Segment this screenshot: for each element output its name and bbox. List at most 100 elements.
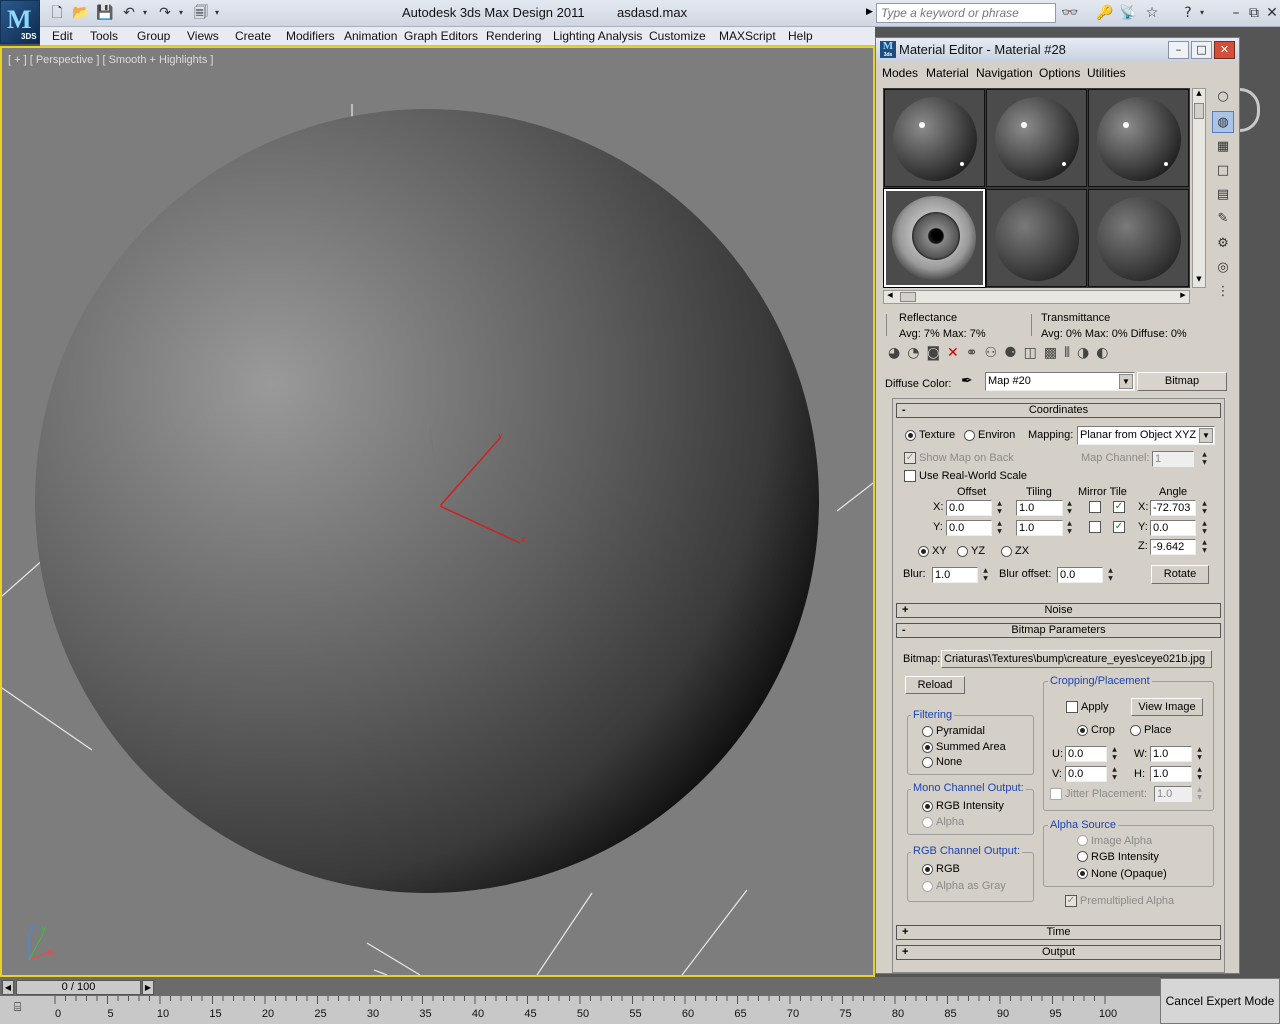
blur-offset-spinner[interactable]: ▲ ▼: [1106, 567, 1115, 583]
favorites-star-icon[interactable]: ☆: [1142, 4, 1162, 22]
rgb-intensity-radio[interactable]: [922, 801, 933, 812]
communication-icon[interactable]: 📡: [1118, 4, 1138, 22]
go-forward-sibling-icon[interactable]: ◑: [1077, 345, 1096, 361]
scroll-right-icon[interactable]: ▶: [1177, 291, 1189, 303]
sample-slot-2[interactable]: [986, 89, 1087, 187]
me-menu-material[interactable]: Material: [926, 66, 969, 80]
app-logo-icon[interactable]: M 3DS: [0, 0, 40, 44]
zx-radio[interactable]: [1001, 546, 1012, 557]
menu-help[interactable]: Help: [788, 29, 813, 43]
viewcube-ring-icon[interactable]: [1240, 88, 1260, 132]
menu-tools[interactable]: Tools: [90, 29, 118, 43]
show-end-result-icon[interactable]: ▩: [1044, 345, 1064, 361]
viewport-label[interactable]: [ + ] [ Perspective ] [ Smooth + Highlig…: [8, 54, 213, 66]
background-checker-icon[interactable]: ▦: [1212, 136, 1234, 158]
me-menu-options[interactable]: Options: [1039, 66, 1080, 80]
me-menu-navigation[interactable]: Navigation: [976, 66, 1033, 80]
hscroll-thumb[interactable]: [900, 292, 916, 302]
scroll-up-icon[interactable]: ▲: [1193, 89, 1205, 101]
material-editor-titlebar[interactable]: M 3ds Material Editor - Material #28 – □ …: [876, 38, 1239, 62]
tiling-y-spinner[interactable]: ▲ ▼: [1065, 520, 1074, 536]
me-minimize-icon[interactable]: –: [1168, 41, 1189, 59]
me-menu-utilities[interactable]: Utilities: [1087, 66, 1126, 80]
save-icon[interactable]: 💾: [96, 5, 114, 21]
environ-radio[interactable]: [964, 430, 975, 441]
menu-rendering[interactable]: Rendering: [486, 29, 541, 43]
crop-w-field[interactable]: 1.0: [1150, 746, 1192, 762]
scroll-thumb[interactable]: [1194, 103, 1204, 119]
crop-u-field[interactable]: 0.0: [1065, 746, 1107, 762]
expand-arrow-icon[interactable]: ▶: [866, 7, 873, 17]
menu-lighting-analysis[interactable]: Lighting Analysis: [553, 29, 642, 43]
perspective-viewport[interactable]: y x [ + ] [ Perspective ] [ Smooth + Hig…: [0, 46, 875, 977]
crop-v-spinner[interactable]: ▲ ▼: [1110, 766, 1119, 782]
angle-w-field[interactable]: -9.642: [1150, 539, 1196, 555]
sample-slot-1[interactable]: [884, 89, 985, 187]
texture-radio[interactable]: [905, 430, 916, 441]
search-input[interactable]: Type a keyword or phrase: [876, 3, 1056, 23]
crop-h-field[interactable]: 1.0: [1150, 766, 1192, 782]
blur-spinner[interactable]: ▲ ▼: [981, 567, 990, 583]
time-slider[interactable]: 0 / 100: [16, 980, 141, 995]
map-type-button[interactable]: Bitmap: [1137, 372, 1227, 391]
offset-x-field[interactable]: 0.0: [946, 500, 992, 516]
crop-h-spinner[interactable]: ▲ ▼: [1195, 766, 1204, 782]
summed-area-radio[interactable]: [922, 742, 933, 753]
me-maximize-icon[interactable]: □: [1191, 41, 1212, 59]
output-rollout-header[interactable]: + Output: [896, 945, 1221, 960]
offset-x-spinner[interactable]: ▲ ▼: [995, 500, 1004, 516]
menu-views[interactable]: Views: [187, 29, 219, 43]
time-prev-icon[interactable]: ◀: [2, 980, 14, 995]
menu-create[interactable]: Create: [235, 29, 271, 43]
video-color-check-icon[interactable]: ▤: [1212, 184, 1234, 206]
angle-v-field[interactable]: 0.0: [1150, 520, 1196, 536]
put-to-library-icon[interactable]: ⚇: [985, 345, 1005, 361]
angle-v-spinner[interactable]: ▲ ▼: [1200, 520, 1209, 536]
tiling-x-field[interactable]: 1.0: [1016, 500, 1063, 516]
rgb-radio[interactable]: [922, 864, 933, 875]
sample-slot-5[interactable]: [986, 189, 1087, 287]
material-editor-window[interactable]: M 3ds Material Editor - Material #28 – □ …: [875, 37, 1240, 974]
offset-y-field[interactable]: 0.0: [946, 520, 992, 536]
get-material-icon[interactable]: ◕: [888, 345, 907, 361]
time-slider-track[interactable]: [0, 977, 1160, 996]
mirror-u-checkbox[interactable]: [1089, 501, 1101, 513]
help-icon[interactable]: ?: [1178, 4, 1198, 22]
sample-uv-tiling-icon[interactable]: □: [1212, 160, 1234, 182]
material-map-navigator-icon[interactable]: ⋮: [1212, 281, 1234, 303]
coordinates-rollout-header[interactable]: - Coordinates: [896, 403, 1221, 418]
offset-y-spinner[interactable]: ▲ ▼: [995, 520, 1004, 536]
pyramidal-radio[interactable]: [922, 726, 933, 737]
reset-map-icon[interactable]: ✕: [947, 345, 966, 361]
project-folder-icon[interactable]: 🗐: [192, 5, 210, 21]
project-dropdown-icon[interactable]: ▾: [212, 5, 222, 21]
alpha-rgb-intensity-radio[interactable]: [1077, 851, 1088, 862]
options-icon[interactable]: ⚙: [1212, 233, 1234, 255]
put-to-scene-icon[interactable]: ◔: [907, 345, 926, 361]
me-menu-modes[interactable]: Modes: [882, 66, 918, 80]
timeline-ruler[interactable]: ⌸ 0 5 10 15 20 25 30 35 40 45 50 55 60 65 70 75 80 85 90 95…: [0, 996, 1160, 1024]
blur-offset-field[interactable]: 0.0: [1057, 567, 1103, 583]
crop-u-spinner[interactable]: ▲ ▼: [1110, 746, 1119, 762]
angle-u-spinner[interactable]: ▲ ▼: [1200, 500, 1209, 516]
menu-maxscript[interactable]: MAXScript: [719, 29, 776, 43]
angle-w-spinner[interactable]: ▲ ▼: [1200, 539, 1209, 555]
xy-radio[interactable]: [918, 546, 929, 557]
cancel-expert-mode-button[interactable]: Cancel Expert Mode: [1160, 978, 1280, 1024]
open-file-icon[interactable]: 📂: [72, 5, 90, 21]
binoculars-icon[interactable]: 👓: [1060, 4, 1080, 22]
pick-from-object-icon[interactable]: ◐: [1096, 345, 1115, 361]
backlight-icon[interactable]: ◍: [1212, 111, 1234, 133]
view-image-button[interactable]: View Image: [1131, 698, 1203, 716]
slots-vertical-scrollbar[interactable]: ▲ ▼: [1192, 88, 1206, 288]
tile-u-checkbox[interactable]: ✓: [1113, 501, 1125, 513]
time-rollout-header[interactable]: + Time: [896, 925, 1221, 940]
bitmap-path-button[interactable]: Criaturas\Textures\bump\creature_eyes\ce…: [941, 650, 1212, 668]
mirror-v-checkbox[interactable]: [1089, 521, 1101, 533]
noise-rollout-header[interactable]: + Noise: [896, 603, 1221, 618]
menu-customize[interactable]: Customize: [649, 29, 706, 43]
redo-dropdown-icon[interactable]: ▾: [176, 5, 186, 21]
crop-radio[interactable]: [1077, 725, 1088, 736]
subscription-icon[interactable]: 🔑: [1095, 4, 1115, 22]
time-next-icon[interactable]: ▶: [142, 980, 154, 995]
